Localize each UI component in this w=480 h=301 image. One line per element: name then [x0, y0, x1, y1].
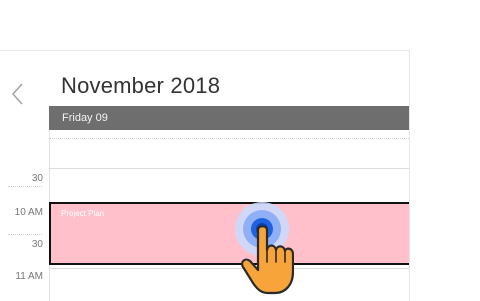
time-label: 10 AM — [14, 207, 43, 218]
chevron-left-icon — [11, 83, 23, 105]
month-title[interactable]: November 2018 — [61, 73, 220, 99]
time-slot-line — [49, 138, 409, 139]
appointment-project-plan[interactable]: Project Plan — [49, 202, 409, 265]
time-gutter-line — [8, 234, 42, 235]
time-label: 11 AM — [15, 271, 43, 282]
scheduler-panel: November 2018 Friday 09 30 10 AM 30 11 A… — [0, 50, 410, 301]
time-label: 30 — [31, 239, 43, 250]
time-label: 30 — [31, 173, 43, 184]
time-slot-line — [49, 168, 409, 169]
day-header[interactable]: Friday 09 — [49, 106, 409, 130]
time-gutter-line — [8, 186, 42, 187]
time-slot-line — [49, 268, 409, 269]
previous-month-button[interactable] — [10, 82, 30, 106]
appointment-subject: Project Plan — [61, 209, 105, 218]
